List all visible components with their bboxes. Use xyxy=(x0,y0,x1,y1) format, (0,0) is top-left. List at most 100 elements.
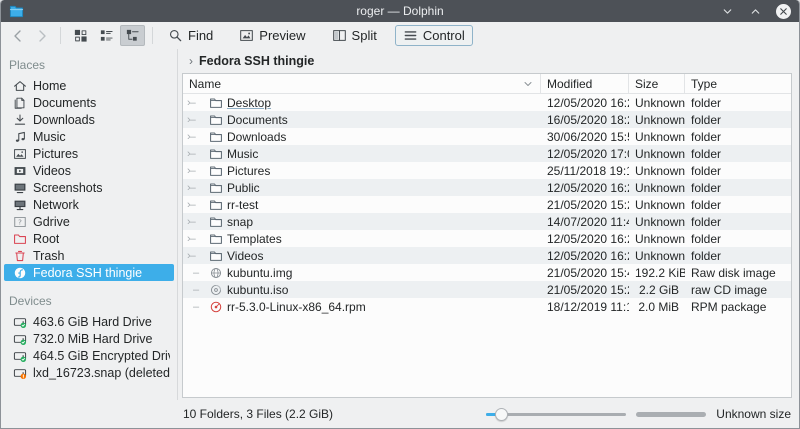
details-view-button[interactable] xyxy=(120,25,145,46)
sidebar-item-home[interactable]: Home xyxy=(4,77,174,94)
sidebar-item-music[interactable]: Music xyxy=(4,128,174,145)
icons-view-button[interactable] xyxy=(68,25,93,46)
expand-chevron-icon[interactable]: ›– xyxy=(187,165,204,177)
sidebar-item-gdrive[interactable]: ?Gdrive xyxy=(4,213,174,230)
device-item-lxd-16723-snap-deleted[interactable]: lxd_16723.snap (deleted) xyxy=(4,364,174,381)
place-label: lxd_16723.snap (deleted) xyxy=(33,366,170,380)
places-list: HomeDocumentsDownloadsMusicPicturesVideo… xyxy=(1,77,177,281)
expand-chevron-icon[interactable]: ›– xyxy=(187,199,204,211)
titlebar[interactable]: roger — Dolphin xyxy=(1,0,799,22)
places-section-title: Places xyxy=(1,54,177,77)
file-name[interactable]: rr-test xyxy=(227,198,258,212)
sidebar-item-fedora-ssh-thingie[interactable]: Fedora SSH thingie xyxy=(4,264,174,281)
sidebar-item-screenshots[interactable]: Screenshots xyxy=(4,179,174,196)
breadcrumb-chevron-icon[interactable]: › xyxy=(189,54,193,68)
table-row[interactable]: –kubuntu.iso21/05/2020 15:262.2 GiBraw C… xyxy=(183,281,791,298)
column-header-modified[interactable]: Modified xyxy=(541,74,629,93)
main-view: › Fedora SSH thingie Name Modified Size … xyxy=(178,49,799,400)
pictures-icon xyxy=(12,147,27,161)
table-row[interactable]: ›–Downloads30/06/2020 15:50Unknownfolder xyxy=(183,128,791,145)
zoom-slider[interactable] xyxy=(486,406,626,422)
expand-chevron-icon[interactable]: ›– xyxy=(187,97,204,109)
table-row[interactable]: –rr-5.3.0-Linux-x86_64.rpm18/12/2019 11:… xyxy=(183,298,791,315)
minimize-button[interactable] xyxy=(720,4,735,19)
table-row[interactable]: ›–Public12/05/2020 16:22Unknownfolder xyxy=(183,179,791,196)
cell-modified: 12/05/2020 16:22 xyxy=(541,249,629,263)
file-name[interactable]: Documents xyxy=(227,113,288,127)
file-name[interactable]: Desktop xyxy=(227,96,271,110)
search-icon xyxy=(168,28,183,43)
expand-chevron-icon[interactable]: ›– xyxy=(187,216,204,228)
table-row[interactable]: ›–Desktop12/05/2020 16:22Unknownfolder xyxy=(183,94,791,111)
folder-icon xyxy=(208,147,223,161)
cell-type: raw CD image xyxy=(685,283,791,297)
disk-image-icon xyxy=(208,266,223,280)
preview-icon xyxy=(239,28,254,43)
table-row[interactable]: ›–snap14/07/2020 11:48Unknownfolder xyxy=(183,213,791,230)
maximize-button[interactable] xyxy=(748,4,763,19)
preview-button[interactable]: Preview xyxy=(231,25,313,46)
view-compact-icon xyxy=(99,28,114,43)
sidebar-item-root[interactable]: Root xyxy=(4,230,174,247)
cell-type: RPM package xyxy=(685,300,791,314)
cell-size: Unknown xyxy=(629,113,685,127)
file-name[interactable]: kubuntu.img xyxy=(227,266,292,280)
sidebar-item-videos[interactable]: Videos xyxy=(4,162,174,179)
device-item-464-5-gib-encrypted-drive[interactable]: 464.5 GiB Encrypted Drive xyxy=(4,347,174,364)
expand-chevron-icon[interactable]: ›– xyxy=(187,131,204,143)
file-name[interactable]: rr-5.3.0-Linux-x86_64.rpm xyxy=(227,300,366,314)
sidebar-item-downloads[interactable]: Downloads xyxy=(4,111,174,128)
folder-blue-icon xyxy=(9,4,24,19)
device-item-463-6-gib-hard-drive[interactable]: 463.6 GiB Hard Drive xyxy=(4,313,174,330)
expand-chevron-icon[interactable]: ›– xyxy=(187,182,204,194)
folder-icon xyxy=(208,249,223,263)
place-label: Home xyxy=(33,79,66,93)
cd-image-icon xyxy=(208,283,223,297)
preview-button-label: Preview xyxy=(259,28,305,43)
column-header-name[interactable]: Name xyxy=(183,74,541,93)
file-name[interactable]: Videos xyxy=(227,249,263,263)
control-button[interactable]: Control xyxy=(395,25,473,46)
sidebar-item-network[interactable]: Network xyxy=(4,196,174,213)
expand-chevron-icon[interactable]: ›– xyxy=(187,250,204,262)
file-name[interactable]: kubuntu.iso xyxy=(227,283,288,297)
file-name[interactable]: Public xyxy=(227,181,260,195)
cell-modified: 18/12/2019 11:15 xyxy=(541,300,629,314)
table-row[interactable]: ›–Videos12/05/2020 16:22Unknownfolder xyxy=(183,247,791,264)
sidebar-item-pictures[interactable]: Pictures xyxy=(4,145,174,162)
table-row[interactable]: ›–Templates12/05/2020 16:22Unknownfolder xyxy=(183,230,791,247)
file-name[interactable]: Pictures xyxy=(227,164,270,178)
compact-view-button[interactable] xyxy=(94,25,119,46)
cell-type: folder xyxy=(685,147,791,161)
split-button[interactable]: Split xyxy=(324,25,385,46)
cell-name: ›– Pictures xyxy=(183,164,541,178)
table-row[interactable]: ›–Documents16/05/2020 18:28Unknownfolder xyxy=(183,111,791,128)
cell-size: Unknown xyxy=(629,249,685,263)
expand-chevron-icon[interactable]: ›– xyxy=(187,233,204,245)
file-name[interactable]: Music xyxy=(227,147,258,161)
expand-chevron-icon[interactable]: ›– xyxy=(187,114,204,126)
table-row[interactable]: –kubuntu.img21/05/2020 15:42192.2 KiBRaw… xyxy=(183,264,791,281)
close-button[interactable] xyxy=(776,4,791,19)
file-name[interactable]: snap xyxy=(227,215,253,229)
sidebar-item-trash[interactable]: Trash xyxy=(4,247,174,264)
free-space-label: Unknown size xyxy=(716,407,791,421)
file-name[interactable]: Downloads xyxy=(227,130,286,144)
file-name[interactable]: Templates xyxy=(227,232,282,246)
sidebar-item-documents[interactable]: Documents xyxy=(4,94,174,111)
column-header-size[interactable]: Size xyxy=(629,74,685,93)
cell-type: folder xyxy=(685,198,791,212)
cell-name: ›– Public xyxy=(183,181,541,195)
back-button[interactable] xyxy=(7,25,29,46)
zoom-slider-handle[interactable] xyxy=(495,408,508,421)
expand-chevron-icon[interactable]: ›– xyxy=(187,148,204,160)
forward-button[interactable] xyxy=(31,25,53,46)
find-button[interactable]: Find xyxy=(160,25,221,46)
table-row[interactable]: ›–Pictures25/11/2018 19:16Unknownfolder xyxy=(183,162,791,179)
breadcrumb-location[interactable]: Fedora SSH thingie xyxy=(199,54,314,68)
column-header-type[interactable]: Type xyxy=(685,74,791,93)
device-item-732-0-mib-hard-drive[interactable]: 732.0 MiB Hard Drive xyxy=(4,330,174,347)
dolphin-window: roger — Dolphin FindPreviewSplitControl … xyxy=(0,0,800,429)
table-row[interactable]: ›–rr-test21/05/2020 15:25Unknownfolder xyxy=(183,196,791,213)
table-row[interactable]: ›–Music12/05/2020 17:03Unknownfolder xyxy=(183,145,791,162)
